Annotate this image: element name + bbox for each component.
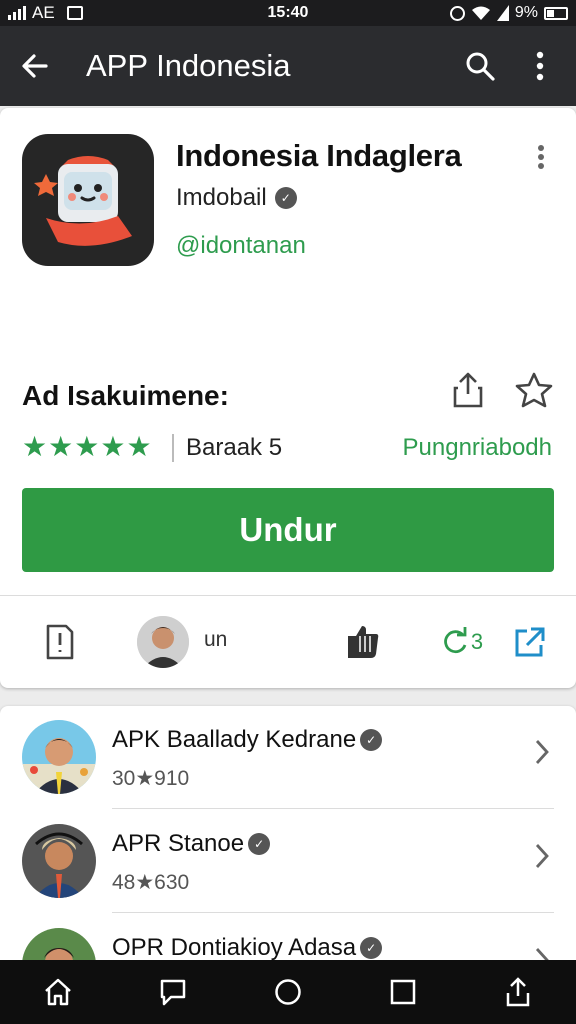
- sync-count: 3: [470, 629, 484, 654]
- messages-button[interactable]: [143, 964, 203, 1020]
- list-item-subtitle: 48★630: [112, 871, 190, 894]
- app-logo-icon: [22, 134, 154, 266]
- developer-name: Imdobail: [176, 184, 267, 211]
- rating-stars: ★ ★ ★ ★ ★: [22, 432, 152, 462]
- wishlist-button[interactable]: [512, 370, 556, 410]
- open-external-button[interactable]: [510, 616, 550, 668]
- app-toolbar: APP Indonesia: [0, 26, 576, 106]
- flag-document-icon: [46, 624, 74, 660]
- rating-link[interactable]: Pungnriabodh: [403, 434, 552, 462]
- divider: [172, 434, 174, 462]
- home-icon: [44, 978, 71, 1006]
- external-link-icon: [515, 627, 545, 657]
- square-icon: [390, 979, 416, 1005]
- developer-link[interactable]: Imdobail ✓: [176, 184, 297, 212]
- chat-icon: [160, 979, 186, 1006]
- developer-handle[interactable]: @idontanan: [176, 232, 306, 260]
- battery-icon: [544, 6, 568, 20]
- divider: [0, 595, 576, 596]
- verified-badge-icon: ✓: [248, 833, 271, 855]
- list-item[interactable]: APK Baallady Kedrane ✓ 30★910: [0, 706, 576, 808]
- section-title: Ad Isakuimene:: [22, 380, 229, 411]
- list-item-title: OPR Dontiakioy Adasa ✓: [112, 934, 383, 962]
- home-circle-button[interactable]: [258, 964, 318, 1020]
- chevron-right-icon: [530, 734, 554, 770]
- star-filled-icon: ★: [22, 431, 48, 462]
- star-filled-icon: ★: [48, 431, 74, 462]
- toolbar-title: APP Indonesia: [86, 48, 291, 83]
- star-outline-icon: [515, 372, 553, 408]
- more-vertical-icon: [538, 145, 544, 169]
- sync-button[interactable]: 3: [436, 616, 488, 668]
- refresh-icon: [444, 627, 467, 654]
- avatar: [22, 824, 96, 898]
- avatar: [22, 720, 96, 794]
- user-avatar[interactable]: [137, 616, 189, 668]
- system-nav-bar: [0, 960, 576, 1024]
- app-detail-card: Indonesia Indaglera Imdobail ✓ @idontana…: [0, 108, 576, 688]
- star-filled-icon: ★: [74, 431, 100, 462]
- verified-badge-icon: ✓: [360, 937, 383, 959]
- clock: 15:40: [267, 4, 309, 21]
- circle-icon: [275, 979, 301, 1005]
- list-item-subtitle: 30★910: [112, 767, 190, 790]
- list-item-title: APR Stanoe ✓: [112, 830, 271, 858]
- search-button[interactable]: [450, 26, 510, 106]
- install-button[interactable]: Undur: [22, 488, 554, 572]
- divider: [112, 912, 554, 913]
- thumbs-down-icon: [348, 626, 379, 658]
- rating-label: Baraak 5: [186, 434, 283, 461]
- report-button[interactable]: [40, 616, 80, 668]
- chevron-right-icon: [530, 838, 554, 874]
- overflow-menu-button[interactable]: [510, 26, 570, 106]
- recents-button[interactable]: [373, 964, 433, 1020]
- verified-badge-icon: ✓: [360, 729, 383, 751]
- back-button[interactable]: [0, 26, 70, 106]
- arrow-left-icon: [22, 54, 48, 78]
- more-vertical-icon: [536, 51, 544, 81]
- verified-badge-icon: ✓: [274, 187, 297, 209]
- list-item-title: APK Baallady Kedrane ✓: [112, 726, 383, 754]
- status-bar: AE 15:40 9%: [0, 0, 576, 26]
- list-item[interactable]: APR Stanoe ✓ 48★630: [0, 810, 576, 912]
- share-up-icon: [507, 977, 530, 1007]
- star-filled-icon: ★: [100, 431, 126, 462]
- app-overflow-button[interactable]: [526, 142, 556, 172]
- search-icon: [466, 52, 495, 81]
- app-name: Indonesia Indaglera: [176, 138, 462, 173]
- like-button[interactable]: [340, 616, 384, 668]
- share-nav-button[interactable]: [488, 964, 548, 1020]
- action-row: un 3: [0, 598, 576, 686]
- divider: [112, 808, 554, 809]
- user-label: un: [204, 628, 228, 651]
- share-button[interactable]: [448, 370, 488, 410]
- home-button[interactable]: [28, 964, 88, 1020]
- star-filled-icon: ★: [126, 431, 152, 462]
- share-icon: [453, 372, 483, 408]
